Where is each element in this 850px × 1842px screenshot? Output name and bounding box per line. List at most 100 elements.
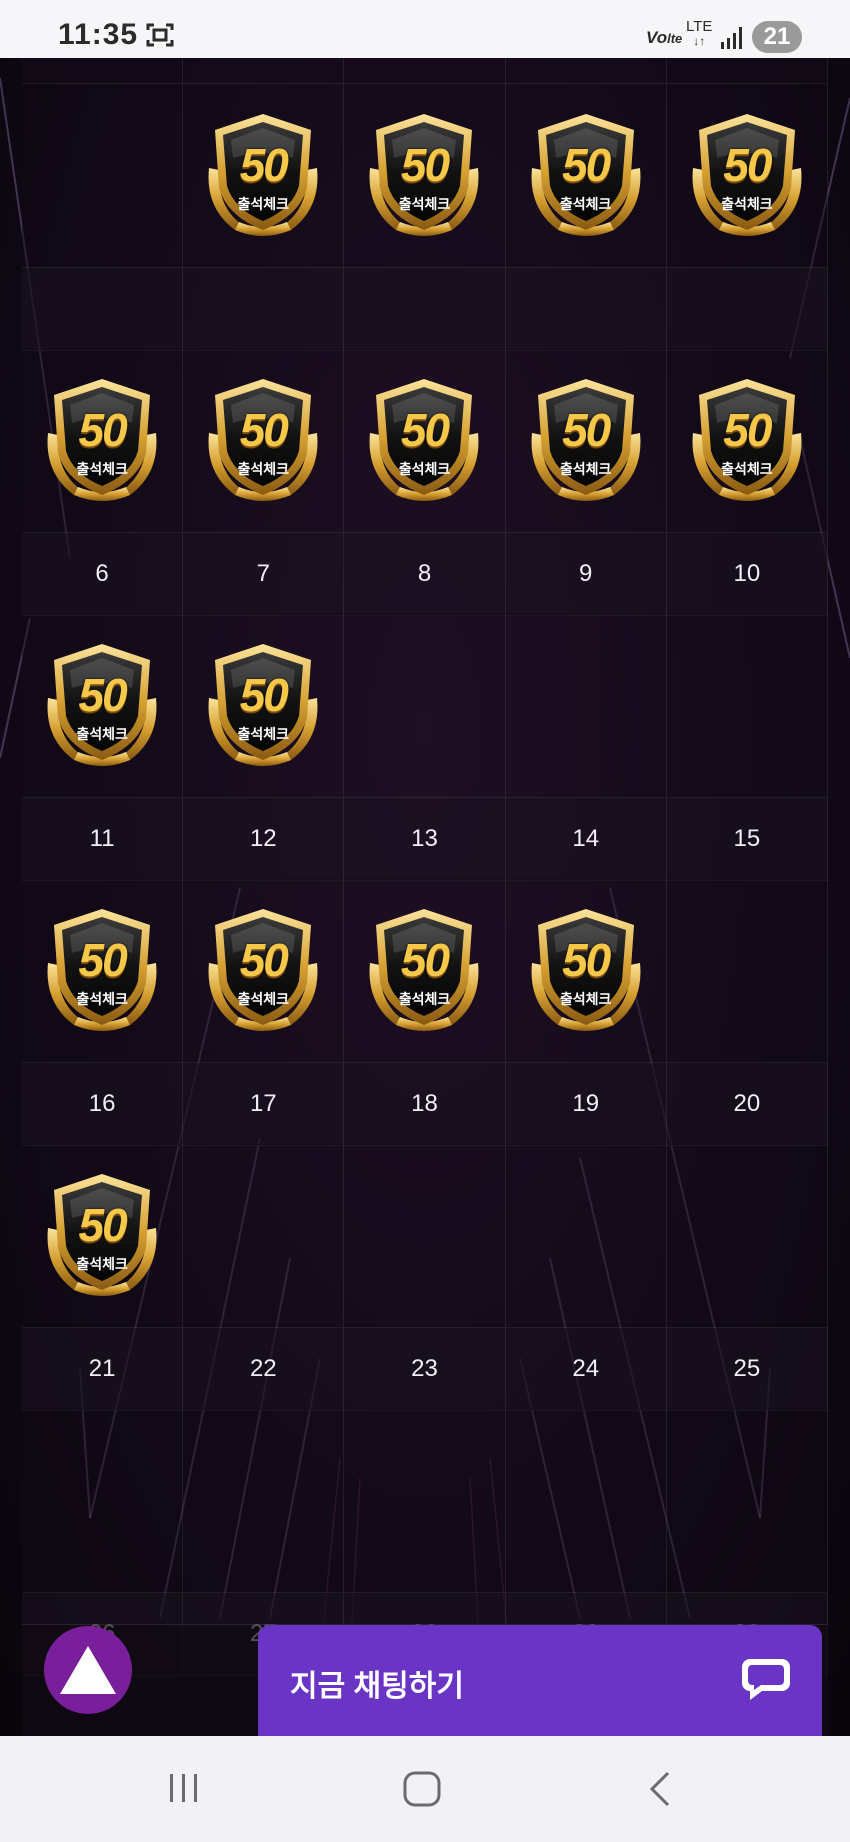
attendance-badge-icon: 50 출석체크: [356, 373, 492, 509]
day-stamp-cell: [22, 84, 184, 268]
day-stamp-cell: [666, 1144, 828, 1328]
badge-number: 50: [78, 668, 128, 721]
calendar-week: 50 출석체크 21 22 23 24 25: [22, 1144, 828, 1411]
badge-number: 50: [562, 403, 611, 456]
day-number: 10: [666, 533, 828, 616]
badge-label: 출석체크: [559, 460, 612, 477]
attendance-badge-icon: 50 출석체크: [356, 108, 492, 244]
recent-apps-button[interactable]: [166, 1770, 202, 1811]
day-stamp-cell: [344, 1409, 506, 1593]
badge-label: 출석체크: [398, 195, 451, 212]
day-stamp-cell: 50 출석체크: [22, 1144, 184, 1328]
attendance-badge-icon: 50 출석체크: [679, 373, 815, 509]
attendance-badge-icon: 50 출석체크: [34, 638, 170, 774]
signal-icon: [720, 26, 744, 55]
badge-label: 출석체크: [76, 725, 128, 742]
badge-number: 50: [400, 138, 450, 191]
chat-now-label: 지금 채팅하기: [290, 1670, 464, 1703]
battery-indicator: 21: [752, 21, 802, 53]
attendance-badge-icon: 50 출석체크: [34, 903, 170, 1039]
day-number: [666, 268, 828, 351]
badge-label: 출석체크: [559, 990, 612, 1007]
day-stamp-cell: [505, 1409, 667, 1593]
day-number: 7: [183, 533, 345, 616]
attendance-badge-icon: 50 출석체크: [195, 108, 331, 244]
status-time: 11:35: [58, 18, 139, 51]
network-type: LTE ↓↑: [686, 18, 713, 48]
day-stamp-cell: 50 출석체크: [22, 614, 184, 798]
scroll-to-top-button[interactable]: [44, 1626, 132, 1714]
attendance-badge-icon: 50 출석체크: [195, 638, 331, 774]
day-number: [22, 268, 184, 351]
day-number: 12: [183, 798, 345, 881]
day-number: 13: [344, 798, 506, 881]
volte-indicator: Volte: [646, 28, 683, 47]
day-stamp-cell: 50 출석체크: [344, 879, 506, 1063]
badge-label: 출석체크: [398, 990, 451, 1007]
badge-number: 50: [562, 138, 611, 191]
day-stamp-cell: 50 출석체크: [183, 879, 345, 1063]
day-number: [505, 268, 667, 351]
badge-label: 출석체크: [237, 725, 290, 742]
chat-now-button[interactable]: 지금 채팅하기: [258, 1625, 822, 1736]
badge-number: 50: [239, 403, 289, 456]
attendance-badge-icon: 50 출석체크: [34, 373, 170, 509]
badge-number: 50: [78, 933, 128, 986]
badge-number: 50: [562, 933, 611, 986]
day-stamp-cell: [344, 1144, 506, 1328]
day-number: 21: [22, 1328, 184, 1411]
day-stamp-cell: 50 출석체크: [344, 349, 506, 533]
day-stamp-cell: [183, 1144, 345, 1328]
day-stamp-cell: 50 출석체크: [183, 349, 345, 533]
attendance-badge-icon: 50 출석체크: [195, 373, 331, 509]
badge-label: 출석체크: [237, 460, 290, 477]
day-number: 25: [666, 1328, 828, 1411]
badge-label: 출석체크: [76, 460, 128, 477]
screenshot-icon: [146, 22, 174, 53]
day-stamp-cell: 50 출석체크: [183, 84, 345, 268]
day-stamp-cell: [505, 614, 667, 798]
attendance-badge-icon: 50 출석체크: [518, 903, 654, 1039]
back-chevron-icon: [649, 1771, 670, 1807]
day-stamp-cell: [666, 614, 828, 798]
badge-number: 50: [723, 138, 772, 191]
day-number: 18: [344, 1063, 506, 1146]
attendance-calendar: 50 출석체크 50 출석체크 50 출석체크 50 출석체크 50 출석체크 …: [22, 58, 829, 1676]
day-stamp-cell: [344, 614, 506, 798]
day-stamp-cell: [666, 879, 828, 1063]
badge-number: 50: [400, 403, 450, 456]
attendance-badge-icon: 50 출석체크: [679, 108, 815, 244]
day-number: 9: [505, 533, 667, 616]
day-stamp-cell: 50 출석체크: [22, 879, 184, 1063]
system-navigation-bar: [0, 1736, 850, 1842]
badge-label: 출석체크: [721, 195, 773, 212]
day-stamp-cell: [666, 1409, 828, 1593]
badge-number: 50: [723, 403, 772, 456]
triangle-up-icon: [60, 1646, 116, 1694]
attendance-badge-icon: 50 출석체크: [34, 1168, 170, 1304]
attendance-badge-icon: 50 출석체크: [518, 108, 654, 244]
day-number: 8: [344, 533, 506, 616]
chat-bubble-icon: [740, 1655, 792, 1708]
day-number: 23: [344, 1328, 506, 1411]
day-number: 17: [183, 1063, 345, 1146]
home-button[interactable]: [402, 1770, 442, 1813]
day-number: 20: [666, 1063, 828, 1146]
attendance-badge-icon: 50 출석체크: [518, 373, 654, 509]
badge-number: 50: [400, 933, 450, 986]
day-stamp-cell: 50 출석체크: [666, 84, 828, 268]
back-button[interactable]: [646, 1770, 674, 1813]
day-stamp-cell: 50 출석체크: [183, 614, 345, 798]
attendance-badge-icon: 50 출석체크: [356, 903, 492, 1039]
calendar-week: 50 출석체크 50 출석체크: [22, 879, 828, 1146]
badge-label: 출석체크: [721, 460, 773, 477]
day-stamp-cell: 50 출석체크: [666, 349, 828, 533]
home-icon: [403, 1771, 441, 1807]
day-number: [344, 268, 506, 351]
day-number: 6: [22, 533, 184, 616]
day-number: 15: [666, 798, 828, 881]
badge-label: 출석체크: [76, 990, 128, 1007]
day-number: 14: [505, 798, 667, 881]
previous-row-edge: [22, 58, 829, 84]
day-stamp-cell: 50 출석체크: [505, 84, 667, 268]
